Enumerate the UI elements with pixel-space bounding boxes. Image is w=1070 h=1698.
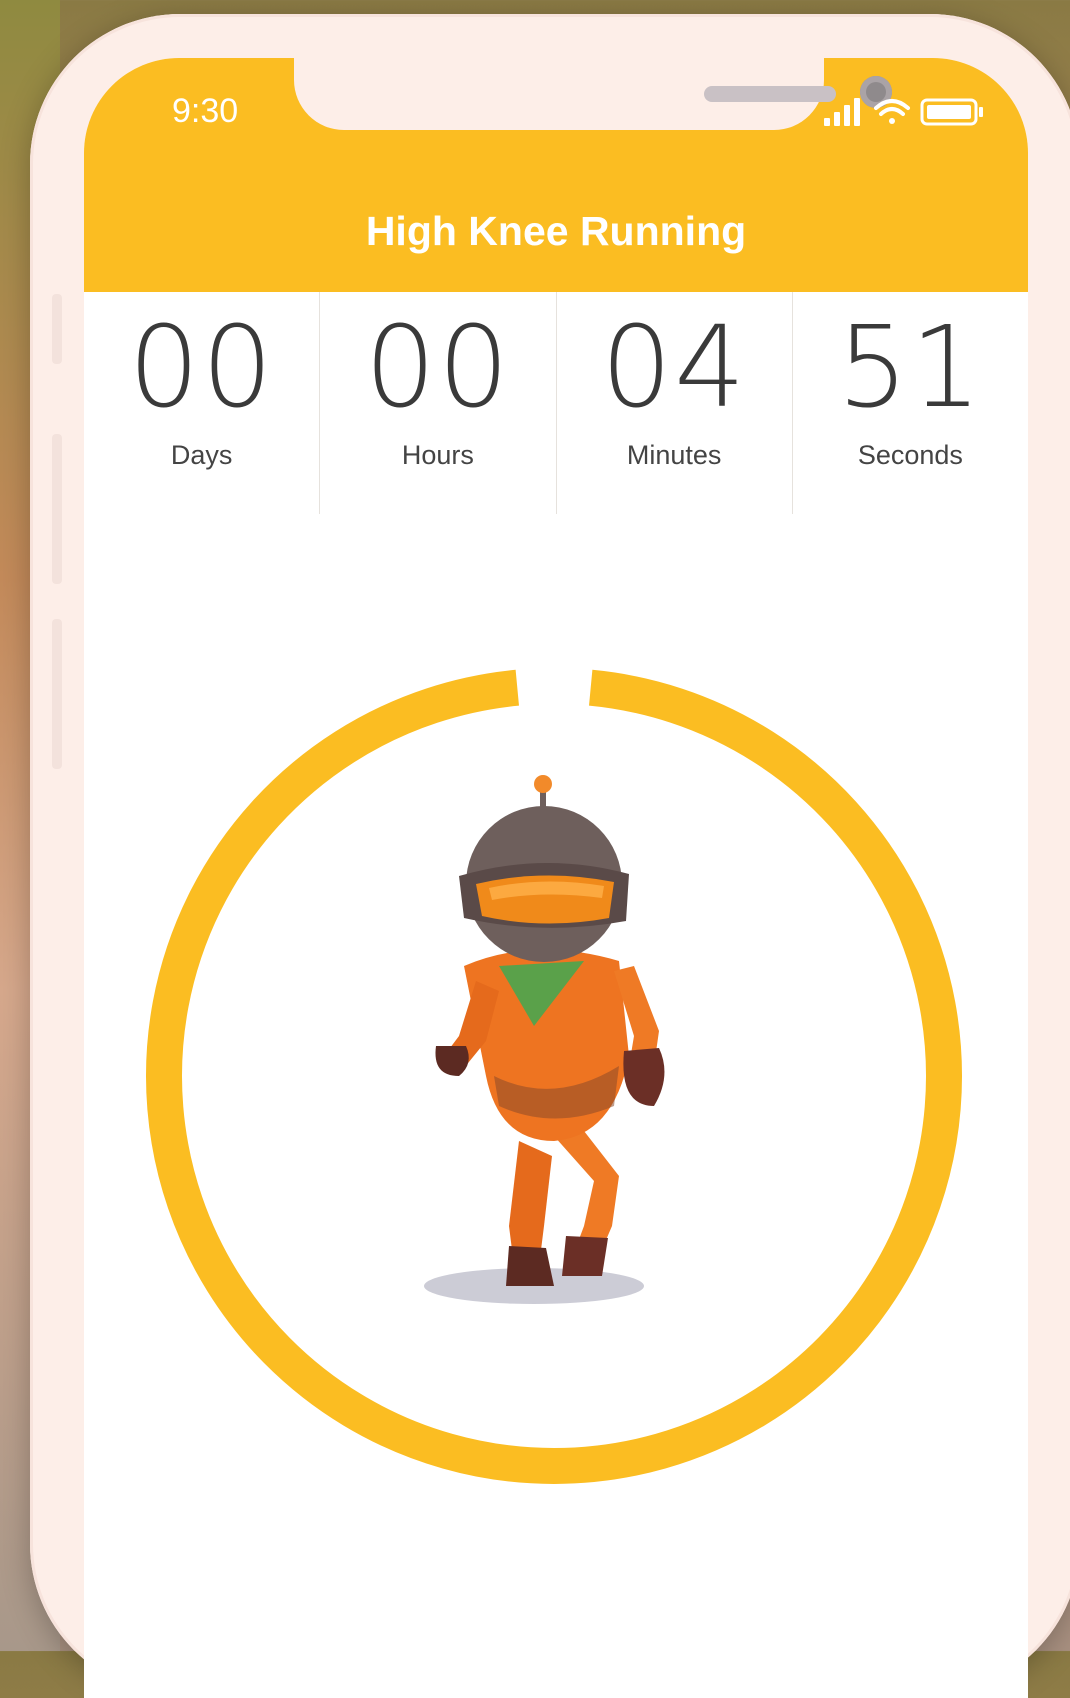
countdown-timer: 00 Days 00 Hours 04 Minutes 51 Seconds — [84, 292, 1028, 514]
wifi-icon — [874, 99, 910, 124]
days-value: 00 — [128, 303, 275, 433]
minutes-label: Minutes — [626, 440, 722, 470]
volume-up-button — [52, 434, 62, 584]
countdown-hours: 00 Hours — [320, 292, 557, 514]
battery-icon — [920, 98, 983, 126]
countdown-seconds: 51 Seconds — [793, 292, 1028, 514]
days-label: Days — [170, 440, 233, 470]
speaker-grille — [704, 86, 836, 102]
app-screen: 9:30 High Knee Running 00 Days 00 Hours … — [84, 58, 1028, 1698]
page-title: High Knee Running — [365, 208, 747, 254]
progress-ring — [146, 669, 962, 1484]
mute-switch — [52, 294, 62, 364]
volume-down-button — [52, 619, 62, 769]
status-time: 9:30 — [172, 92, 239, 130]
countdown-days: 00 Days — [84, 292, 321, 514]
seconds-label: Seconds — [857, 440, 963, 470]
seconds-value: 51 — [837, 303, 984, 433]
status-icons — [824, 98, 983, 126]
countdown-minutes: 04 Minutes — [557, 292, 793, 514]
header-bar: 9:30 High Knee Running — [84, 58, 1028, 292]
hours-label: Hours — [401, 440, 474, 470]
minutes-value: 04 — [600, 303, 748, 433]
signal-icon — [824, 98, 860, 126]
phone-notch — [294, 58, 892, 130]
hours-value: 00 — [364, 303, 512, 433]
